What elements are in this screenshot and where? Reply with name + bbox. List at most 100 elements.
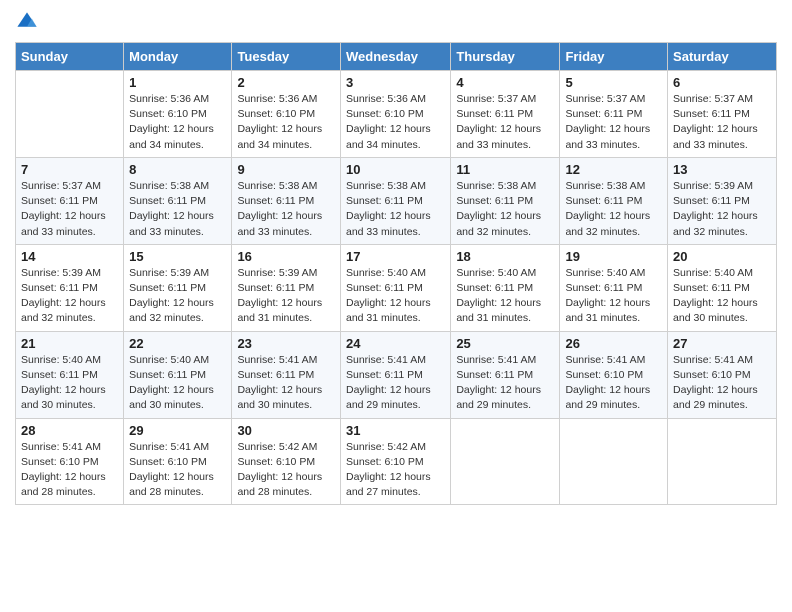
calendar-day-cell: 1 Sunrise: 5:36 AM Sunset: 6:10 PM Daylig… xyxy=(124,71,232,158)
day-number: 15 xyxy=(129,249,226,264)
calendar-week-row: 28 Sunrise: 5:41 AM Sunset: 6:10 PM Dayli… xyxy=(16,418,777,505)
day-info: Sunrise: 5:41 AM Sunset: 6:11 PM Dayligh… xyxy=(346,353,445,414)
calendar-day-cell: 26Sunrise: 5:41 AM Sunset: 6:10 PM Dayli… xyxy=(560,331,668,418)
day-number: 6 xyxy=(673,75,771,90)
day-number: 18 xyxy=(456,249,554,264)
day-number: 24 xyxy=(346,336,445,351)
day-info: Sunrise: 5:41 AM Sunset: 6:11 PM Dayligh… xyxy=(237,353,335,414)
calendar-day-cell: 27 Sunrise: 5:41 AM Sunset: 6:10 PM Dayli… xyxy=(668,331,777,418)
day-number: 17 xyxy=(346,249,445,264)
day-info: Sunrise: 5:40 AM Sunset: 6:11 PM Dayligh… xyxy=(565,266,662,327)
calendar-week-row: 21 Sunrise: 5:40 AM Sunset: 6:11 PM Dayli… xyxy=(16,331,777,418)
day-info: Sunrise: 5:39 AM Sunset: 6:11 PM Dayligh… xyxy=(237,266,335,327)
day-info: Sunrise: 5:40 AM Sunset: 6:11 PM Dayligh… xyxy=(456,266,554,327)
day-info: Sunrise: 5:37 AM Sunset: 6:11 PM Dayligh… xyxy=(21,179,118,240)
day-number: 4 xyxy=(456,75,554,90)
day-info: Sunrise: 5:38 AM Sunset: 6:11 PM Dayligh… xyxy=(129,179,226,240)
calendar-day-cell: 6 Sunrise: 5:37 AM Sunset: 6:11 PM Daylig… xyxy=(668,71,777,158)
day-info: Sunrise: 5:41 AM Sunset: 6:10 PM Dayligh… xyxy=(21,440,118,501)
day-info: Sunrise: 5:37 AM Sunset: 6:11 PM Dayligh… xyxy=(456,92,554,153)
calendar-day-cell: 29Sunrise: 5:41 AM Sunset: 6:10 PM Dayli… xyxy=(124,418,232,505)
day-number: 10 xyxy=(346,162,445,177)
day-info: Sunrise: 5:41 AM Sunset: 6:11 PM Dayligh… xyxy=(456,353,554,414)
day-number: 9 xyxy=(237,162,335,177)
calendar-day-cell: 30 Sunrise: 5:42 AM Sunset: 6:10 PM Dayli… xyxy=(232,418,341,505)
calendar-day-cell: 4 Sunrise: 5:37 AM Sunset: 6:11 PM Daylig… xyxy=(451,71,560,158)
calendar-day-cell: 12Sunrise: 5:38 AM Sunset: 6:11 PM Dayli… xyxy=(560,157,668,244)
calendar-day-cell: 2 Sunrise: 5:36 AM Sunset: 6:10 PM Daylig… xyxy=(232,71,341,158)
day-number: 21 xyxy=(21,336,118,351)
day-info: Sunrise: 5:36 AM Sunset: 6:10 PM Dayligh… xyxy=(129,92,226,153)
calendar-body: 1 Sunrise: 5:36 AM Sunset: 6:10 PM Daylig… xyxy=(16,71,777,505)
day-info: Sunrise: 5:38 AM Sunset: 6:11 PM Dayligh… xyxy=(346,179,445,240)
day-number: 14 xyxy=(21,249,118,264)
calendar-day-cell: 20 Sunrise: 5:40 AM Sunset: 6:11 PM Dayli… xyxy=(668,244,777,331)
day-info: Sunrise: 5:39 AM Sunset: 6:11 PM Dayligh… xyxy=(21,266,118,327)
day-number: 13 xyxy=(673,162,771,177)
calendar-day-cell: 9 Sunrise: 5:38 AM Sunset: 6:11 PM Daylig… xyxy=(232,157,341,244)
day-info: Sunrise: 5:38 AM Sunset: 6:11 PM Dayligh… xyxy=(237,179,335,240)
day-info: Sunrise: 5:42 AM Sunset: 6:10 PM Dayligh… xyxy=(237,440,335,501)
day-number: 30 xyxy=(237,423,335,438)
calendar-day-cell xyxy=(16,71,124,158)
calendar-day-cell: 10 Sunrise: 5:38 AM Sunset: 6:11 PM Dayli… xyxy=(340,157,450,244)
calendar-day-cell: 28 Sunrise: 5:41 AM Sunset: 6:10 PM Dayli… xyxy=(16,418,124,505)
calendar-day-cell xyxy=(451,418,560,505)
day-number: 7 xyxy=(21,162,118,177)
calendar-day-cell: 11Sunrise: 5:38 AM Sunset: 6:11 PM Dayli… xyxy=(451,157,560,244)
day-number: 2 xyxy=(237,75,335,90)
weekday-header-cell: Friday xyxy=(560,43,668,71)
day-number: 23 xyxy=(237,336,335,351)
day-info: Sunrise: 5:36 AM Sunset: 6:10 PM Dayligh… xyxy=(346,92,445,153)
calendar-week-row: 7 Sunrise: 5:37 AM Sunset: 6:11 PM Daylig… xyxy=(16,157,777,244)
calendar-day-cell: 13 Sunrise: 5:39 AM Sunset: 6:11 PM Dayli… xyxy=(668,157,777,244)
calendar-day-cell: 31 Sunrise: 5:42 AM Sunset: 6:10 PM Dayli… xyxy=(340,418,450,505)
day-number: 12 xyxy=(565,162,662,177)
weekday-header-cell: Sunday xyxy=(16,43,124,71)
weekday-header-cell: Tuesday xyxy=(232,43,341,71)
day-number: 25 xyxy=(456,336,554,351)
day-number: 16 xyxy=(237,249,335,264)
day-number: 27 xyxy=(673,336,771,351)
weekday-header-cell: Thursday xyxy=(451,43,560,71)
logo-icon xyxy=(15,10,39,34)
day-info: Sunrise: 5:40 AM Sunset: 6:11 PM Dayligh… xyxy=(673,266,771,327)
day-info: Sunrise: 5:37 AM Sunset: 6:11 PM Dayligh… xyxy=(673,92,771,153)
day-info: Sunrise: 5:39 AM Sunset: 6:11 PM Dayligh… xyxy=(673,179,771,240)
day-number: 1 xyxy=(129,75,226,90)
day-info: Sunrise: 5:36 AM Sunset: 6:10 PM Dayligh… xyxy=(237,92,335,153)
day-info: Sunrise: 5:41 AM Sunset: 6:10 PM Dayligh… xyxy=(673,353,771,414)
calendar-day-cell: 22Sunrise: 5:40 AM Sunset: 6:11 PM Dayli… xyxy=(124,331,232,418)
calendar-table: SundayMondayTuesdayWednesdayThursdayFrid… xyxy=(15,42,777,505)
day-number: 26 xyxy=(565,336,662,351)
day-number: 11 xyxy=(456,162,554,177)
logo xyxy=(15,10,43,34)
calendar-day-cell: 19Sunrise: 5:40 AM Sunset: 6:11 PM Dayli… xyxy=(560,244,668,331)
calendar-day-cell: 7 Sunrise: 5:37 AM Sunset: 6:11 PM Daylig… xyxy=(16,157,124,244)
calendar-day-cell: 3 Sunrise: 5:36 AM Sunset: 6:10 PM Daylig… xyxy=(340,71,450,158)
weekday-header-cell: Monday xyxy=(124,43,232,71)
day-number: 20 xyxy=(673,249,771,264)
day-number: 3 xyxy=(346,75,445,90)
calendar-day-cell: 23 Sunrise: 5:41 AM Sunset: 6:11 PM Dayli… xyxy=(232,331,341,418)
calendar-day-cell: 16 Sunrise: 5:39 AM Sunset: 6:11 PM Dayli… xyxy=(232,244,341,331)
calendar-day-cell: 18 Sunrise: 5:40 AM Sunset: 6:11 PM Dayli… xyxy=(451,244,560,331)
calendar-day-cell: 8Sunrise: 5:38 AM Sunset: 6:11 PM Daylig… xyxy=(124,157,232,244)
calendar-week-row: 14 Sunrise: 5:39 AM Sunset: 6:11 PM Dayli… xyxy=(16,244,777,331)
calendar-day-cell: 14 Sunrise: 5:39 AM Sunset: 6:11 PM Dayli… xyxy=(16,244,124,331)
day-info: Sunrise: 5:40 AM Sunset: 6:11 PM Dayligh… xyxy=(129,353,226,414)
calendar-day-cell: 15 Sunrise: 5:39 AM Sunset: 6:11 PM Dayli… xyxy=(124,244,232,331)
weekday-header-cell: Saturday xyxy=(668,43,777,71)
header xyxy=(15,10,777,34)
day-number: 28 xyxy=(21,423,118,438)
calendar-week-row: 1 Sunrise: 5:36 AM Sunset: 6:10 PM Daylig… xyxy=(16,71,777,158)
calendar-day-cell xyxy=(560,418,668,505)
day-number: 31 xyxy=(346,423,445,438)
calendar-day-cell xyxy=(668,418,777,505)
day-number: 29 xyxy=(129,423,226,438)
calendar-day-cell: 25 Sunrise: 5:41 AM Sunset: 6:11 PM Dayli… xyxy=(451,331,560,418)
day-info: Sunrise: 5:42 AM Sunset: 6:10 PM Dayligh… xyxy=(346,440,445,501)
day-info: Sunrise: 5:39 AM Sunset: 6:11 PM Dayligh… xyxy=(129,266,226,327)
calendar-day-cell: 24 Sunrise: 5:41 AM Sunset: 6:11 PM Dayli… xyxy=(340,331,450,418)
calendar-day-cell: 17Sunrise: 5:40 AM Sunset: 6:11 PM Dayli… xyxy=(340,244,450,331)
